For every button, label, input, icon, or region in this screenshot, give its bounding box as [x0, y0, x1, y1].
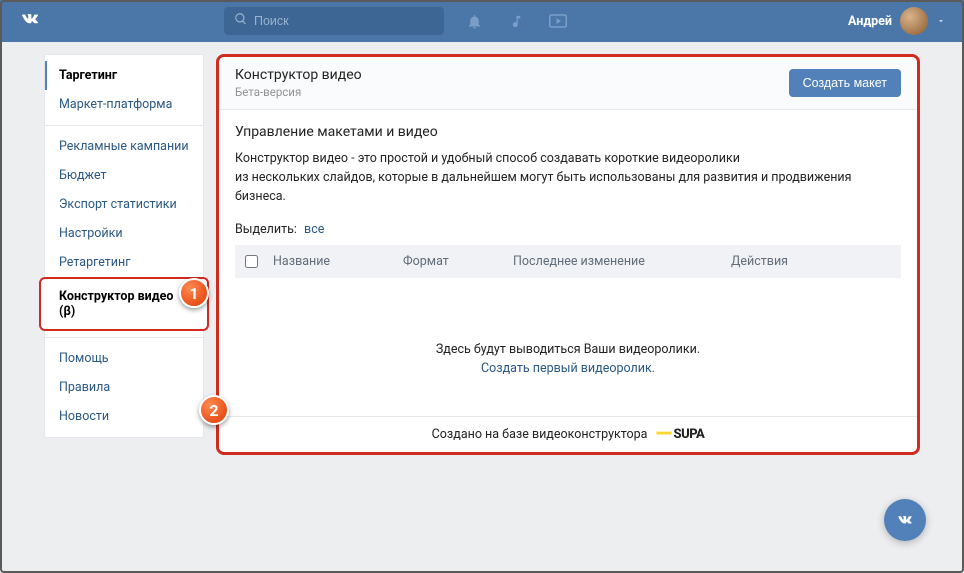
- sidebar-item-settings[interactable]: Настройки: [45, 219, 203, 248]
- sidebar-item-export-stats[interactable]: Экспорт статистики: [45, 190, 203, 219]
- vk-logo[interactable]: [18, 7, 54, 36]
- annotation-badge-1: 1: [179, 278, 209, 308]
- annotation-badge-2: 2: [199, 395, 229, 425]
- select-row: Выделить: все: [235, 222, 901, 237]
- create-layout-button[interactable]: Создать макет: [789, 69, 901, 97]
- sidebar-item-market-platform[interactable]: Маркет-платформа: [45, 90, 203, 119]
- col-format: Формат: [403, 254, 513, 269]
- top-icons: [464, 11, 568, 31]
- user-name: Андрей: [848, 14, 892, 29]
- panel-head: Конструктор видео Бета-версия Создать ма…: [219, 57, 917, 110]
- sidebar-item-campaigns[interactable]: Рекламные кампании: [45, 132, 203, 161]
- main-panel: Конструктор видео Бета-версия Создать ма…: [216, 54, 920, 455]
- avatar: [900, 7, 928, 35]
- beta-label: Бета-версия: [235, 85, 362, 99]
- col-name: Название: [273, 254, 403, 269]
- select-all-checkbox[interactable]: [245, 255, 258, 268]
- page-title: Конструктор видео: [235, 67, 362, 83]
- col-last-modified: Последнее изменение: [513, 254, 731, 269]
- search-wrap[interactable]: [224, 7, 444, 35]
- footer: Создано на базе видеоконструктора —SUPA: [219, 416, 917, 452]
- sidebar-item-budget[interactable]: Бюджет: [45, 161, 203, 190]
- empty-text: Здесь будут выводиться Ваши видеоролики.: [436, 342, 700, 357]
- sidebar-item-news[interactable]: Новости: [45, 402, 203, 431]
- sidebar-item-help[interactable]: Помощь: [45, 344, 203, 373]
- notifications-icon[interactable]: [464, 11, 484, 31]
- sidebar-item-retargeting[interactable]: Ретаргетинг: [45, 248, 203, 277]
- table-head: Название Формат Последнее изменение Дейс…: [235, 245, 901, 278]
- video-icon[interactable]: [548, 11, 568, 31]
- chevron-down-icon: [936, 16, 946, 26]
- search-input[interactable]: [254, 14, 434, 28]
- empty-state: Здесь будут выводиться Ваши видеоролики.…: [235, 278, 901, 416]
- section-subhead: Управление макетами и видео: [235, 124, 901, 140]
- supa-brand: —SUPA: [655, 427, 704, 442]
- create-first-video-link[interactable]: Создать первый видеоролик.: [235, 361, 901, 376]
- music-icon[interactable]: [506, 11, 526, 31]
- sidebar-item-rules[interactable]: Правила: [45, 373, 203, 402]
- sidebar: Таргетинг Маркет-платформа Рекламные кам…: [44, 54, 204, 438]
- topbar: Андрей: [0, 0, 964, 42]
- col-actions: Действия: [731, 254, 891, 269]
- select-label: Выделить:: [235, 222, 297, 237]
- select-all-link[interactable]: все: [304, 222, 324, 237]
- footer-text: Создано на базе видеоконструктора: [432, 427, 648, 442]
- sidebar-item-targeting[interactable]: Таргетинг: [45, 61, 203, 90]
- user-menu[interactable]: Андрей: [848, 7, 946, 35]
- description: Конструктор видео - это простой и удобны…: [235, 150, 901, 206]
- search-icon: [234, 12, 248, 30]
- vk-fab[interactable]: [884, 499, 926, 541]
